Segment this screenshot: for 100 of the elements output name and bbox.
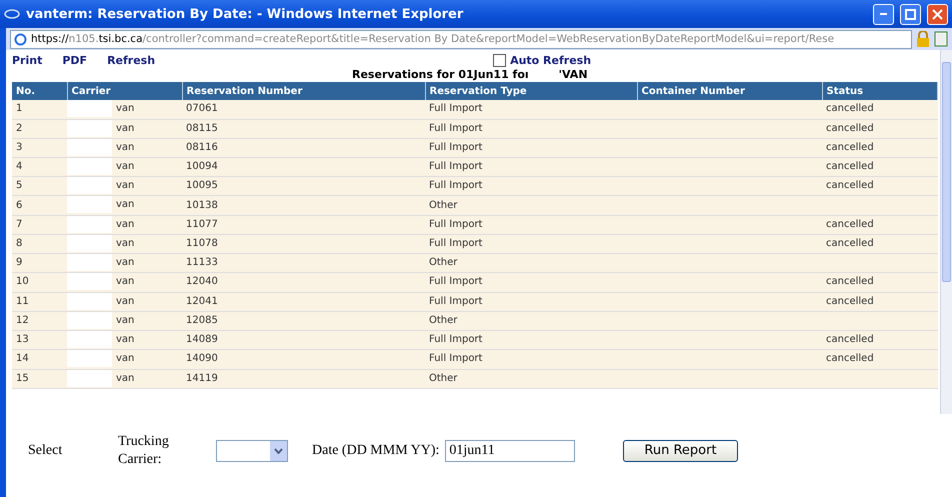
date-field[interactable]: 01jun11 (445, 440, 576, 462)
blank-patch (67, 273, 112, 290)
toolbar-link[interactable]: PDF (62, 54, 88, 66)
carrier-dropdown[interactable] (216, 440, 288, 462)
table-cell: 9 (12, 254, 67, 273)
blank-patch (67, 312, 112, 329)
table-cell: cancelled (826, 180, 874, 192)
address-field[interactable]: https://n105.tsi.bc.ca/controller?command=createReport&title=Reservation By Date&reportModel=WebReservationByDateReportModel&ui=report/Rese (10, 30, 912, 48)
close-icon (932, 8, 943, 20)
table-cell: Other (429, 314, 458, 326)
table-cell: van (116, 315, 134, 326)
address-part: /controller?command=createReport&title=Reservation By Date&reportModel=WebReservationByDateReportModel&ui=report/Rese (142, 33, 834, 45)
blank-patch (67, 370, 112, 387)
blank-patch (67, 196, 112, 214)
table-cell: van (116, 180, 134, 192)
table-cell: cancelled (826, 103, 874, 114)
table-cell: 15 (12, 369, 67, 388)
close-button[interactable] (927, 4, 948, 24)
table-cell: van (116, 142, 134, 153)
table-cell: 12040 (186, 276, 218, 288)
column-header: No. (12, 82, 67, 100)
table-cell: van (116, 354, 134, 365)
blank-patch (67, 100, 112, 118)
table-cell: 3 (12, 138, 67, 158)
table-cell: Other (429, 200, 458, 211)
table-cell: Other (429, 372, 458, 384)
carrier-label: Trucking Carrier: (118, 432, 170, 468)
select-label: Select (28, 442, 64, 458)
blank-patch (67, 120, 112, 136)
table-cell: van (116, 296, 134, 307)
table-cell: Full Import (429, 103, 482, 114)
report-title-suffix: 'VAN (558, 68, 588, 82)
toolbar-link[interactable]: Print (12, 54, 42, 66)
table-cell: Full Import (429, 122, 482, 134)
table-cell: cancelled (826, 276, 874, 288)
blank-patch (67, 138, 112, 156)
table-cell: cancelled (826, 161, 874, 172)
toolbar-link[interactable]: Refresh (107, 54, 156, 66)
table-cell: 14090 (186, 353, 218, 364)
table-cell: 5 (12, 176, 67, 196)
table-cell: Full Import (429, 142, 482, 153)
column-header: Status (822, 82, 938, 100)
report-title: Reservations for 01Jun11 foı (352, 68, 529, 82)
table-cell: Full Import (429, 296, 482, 307)
checkbox-label: Auto Refresh (510, 54, 592, 66)
blank-patch (67, 331, 112, 348)
table-cell: 14089 (186, 334, 218, 346)
table-cell: 10 (12, 272, 67, 292)
table-cell: 13 (12, 330, 67, 350)
table-cell: Full Import (429, 353, 482, 364)
window-title: vanterm: Reservation By Date: - Windows Internet Explorer (26, 6, 464, 22)
table-cell: van (116, 238, 134, 250)
table-cell: van (116, 122, 134, 134)
run-report-button[interactable]: Run Report (623, 440, 738, 462)
blank-patch (67, 350, 112, 368)
blank-patch (67, 158, 112, 175)
blank-patch (67, 254, 112, 272)
table-cell: 10094 (186, 161, 218, 172)
blank-patch (67, 216, 112, 233)
table-cell: cancelled (826, 238, 874, 250)
blank-patch (67, 177, 112, 194)
date-label: Date (DD MMM YY): (312, 442, 440, 458)
maximize-icon (905, 8, 916, 20)
table-cell: 11133 (186, 257, 218, 268)
table-cell: cancelled (826, 334, 874, 346)
table-cell: Full Import (429, 161, 482, 172)
table-cell: cancelled (826, 353, 874, 364)
table-cell: 14 (12, 350, 67, 370)
table-cell: van (116, 103, 134, 114)
table-cell: cancelled (826, 218, 874, 230)
table-cell: 07061 (186, 103, 218, 114)
table-cell: 11078 (186, 238, 218, 250)
table-cell: 12085 (186, 314, 218, 326)
table-cell: 1 (12, 100, 67, 119)
auto-refresh-checkbox[interactable] (493, 54, 506, 66)
table-cell: Full Import (429, 334, 482, 346)
column-header: Container Number (637, 82, 822, 100)
table-cell: cancelled (826, 296, 874, 307)
table-cell: Full Import (429, 276, 482, 288)
browser-page-icon (14, 32, 27, 46)
table-cell: Other (429, 257, 458, 268)
table-cell: 10138 (186, 200, 218, 211)
minimize-button[interactable] (873, 4, 894, 24)
table-cell: 2 (12, 119, 67, 138)
column-header: Carrier (67, 82, 182, 100)
table-cell: 11 (12, 292, 67, 312)
address-part: https:// (31, 33, 69, 45)
table-cell: Full Import (429, 180, 482, 192)
column-header: Reservation Number (182, 82, 425, 100)
table-cell: 4 (12, 157, 67, 177)
table-cell: 10095 (186, 180, 218, 192)
blank-patch (67, 234, 112, 252)
minimize-icon (880, 13, 887, 15)
table-cell: 14119 (186, 372, 218, 384)
column-header: Reservation Type (425, 82, 637, 100)
blank-patch (67, 292, 112, 310)
maximize-button[interactable] (900, 4, 921, 24)
table-cell: Full Import (429, 218, 482, 230)
table-cell: 08115 (186, 122, 218, 134)
table-cell: 08116 (186, 142, 218, 153)
